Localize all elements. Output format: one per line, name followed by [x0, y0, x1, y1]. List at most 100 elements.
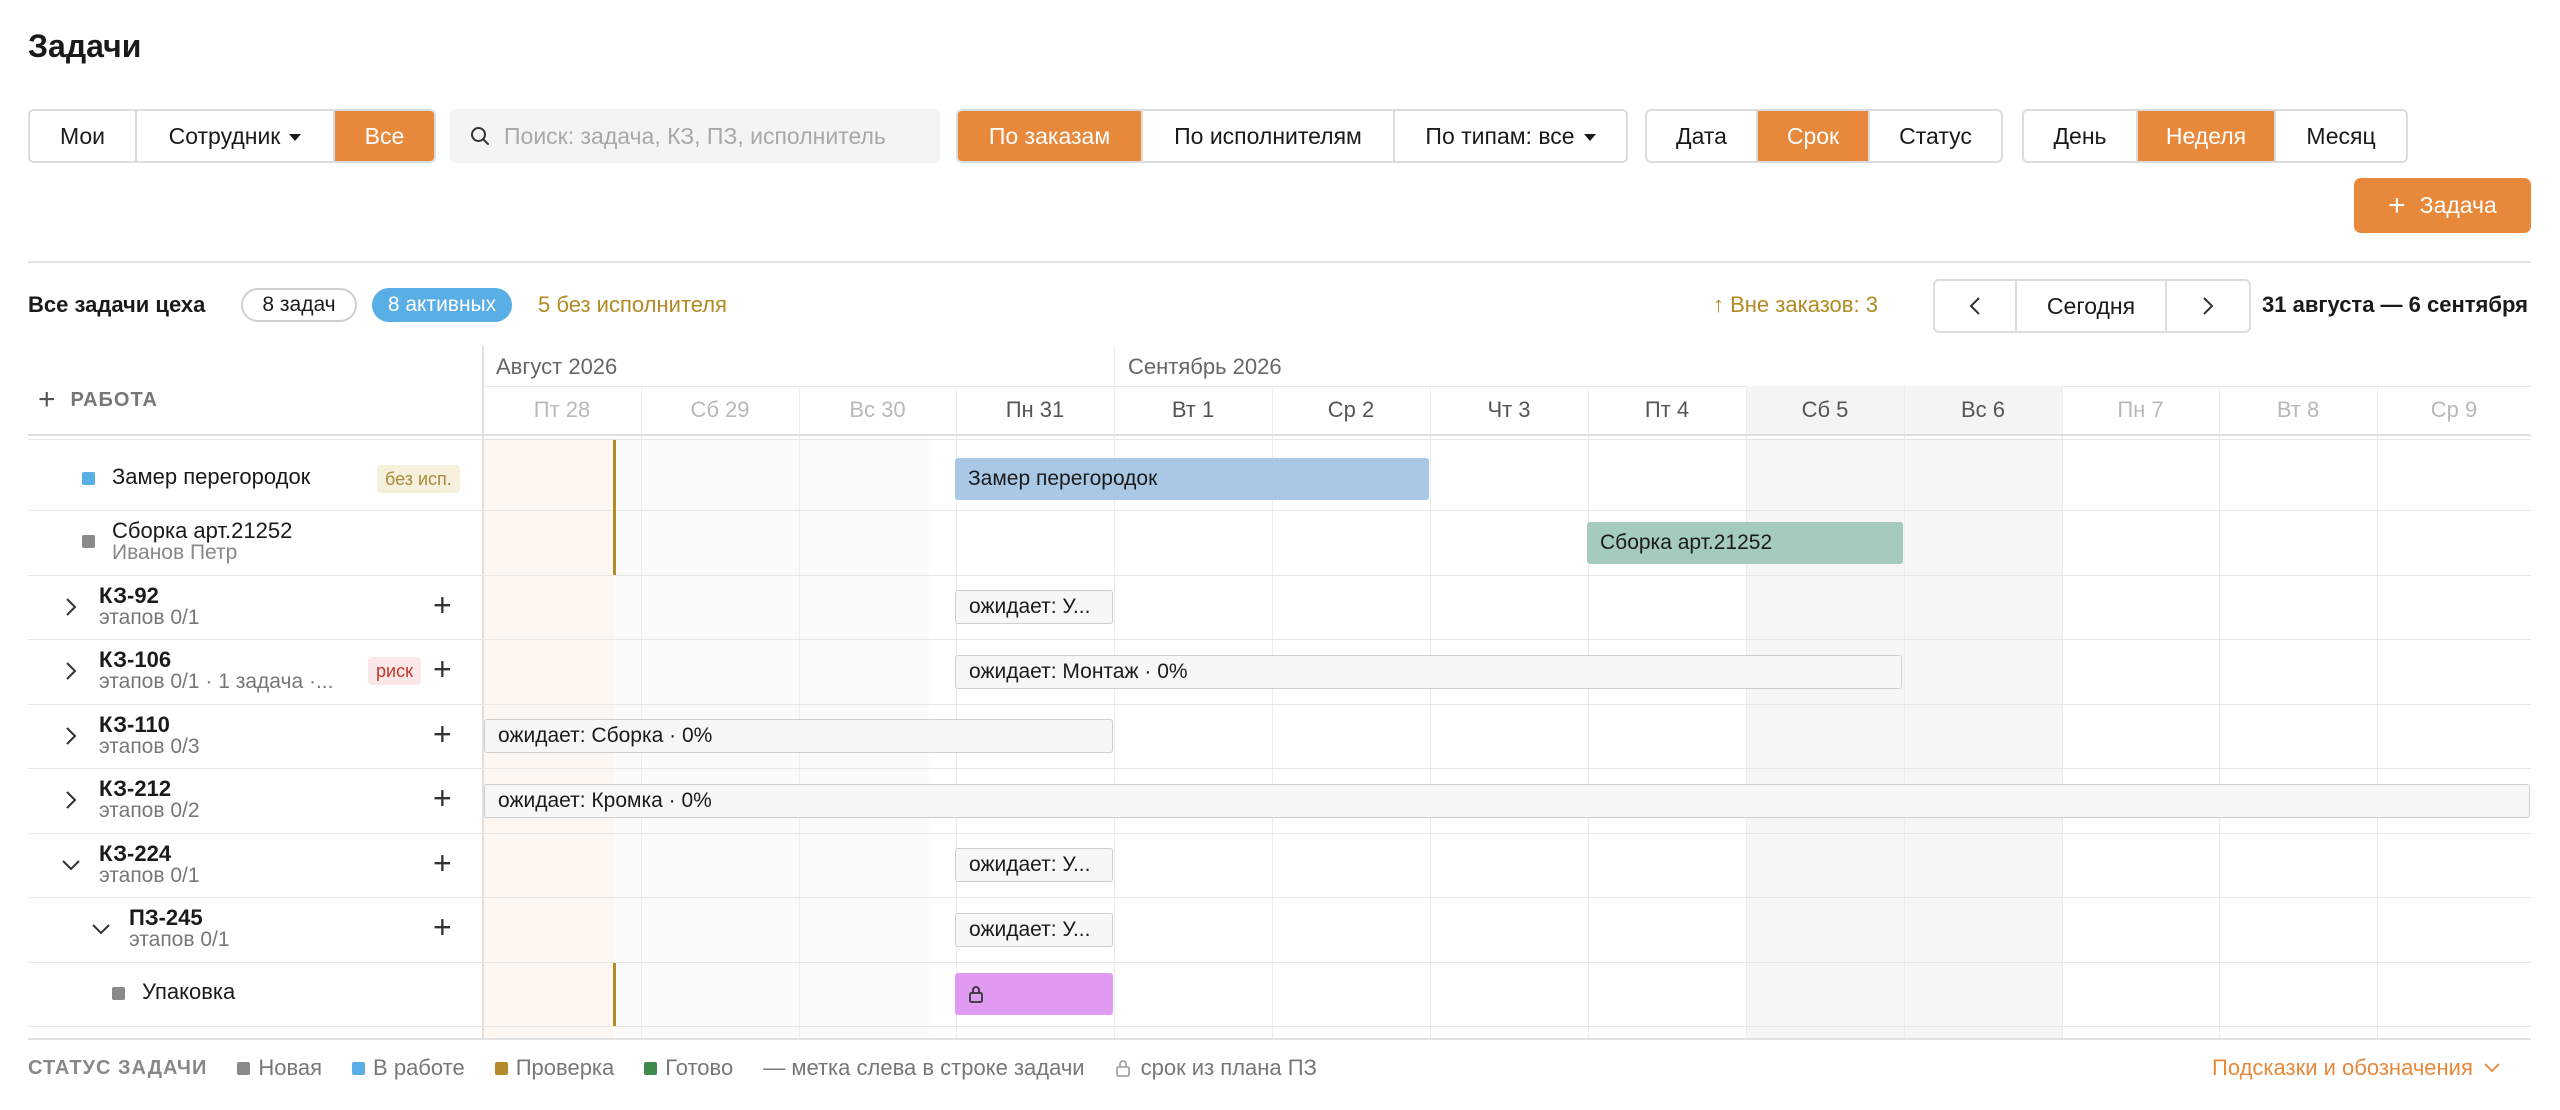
- row-divider: [28, 833, 2531, 834]
- page-title: Задачи: [28, 28, 142, 64]
- plus-icon: +: [38, 383, 57, 416]
- order-stages: этапов 0/1: [99, 864, 200, 887]
- row-divider: [28, 575, 2531, 576]
- search-input[interactable]: [504, 122, 894, 150]
- view-day-button[interactable]: День: [2024, 111, 2138, 161]
- date-navigator: Сегодня: [1933, 279, 2251, 333]
- status-new-icon: [112, 987, 125, 1000]
- gantt-waiting-bar[interactable]: ожидает: Кромка · 0%: [484, 784, 2530, 818]
- row-divider: [28, 897, 2531, 898]
- status-new-icon: [237, 1061, 251, 1075]
- view-month-button[interactable]: Месяц: [2276, 111, 2406, 161]
- gantt-waiting-bar[interactable]: ожидает: У...: [955, 913, 1113, 947]
- gantt-waiting-bar[interactable]: ожидает: У...: [955, 590, 1113, 624]
- chevron-left-icon: [1969, 297, 1980, 315]
- sort-switch: Дата Срок Статус: [1645, 109, 2003, 163]
- outside-orders-link[interactable]: ↑ Вне заказов: 3: [1713, 292, 1878, 318]
- add-stage-button[interactable]: +: [433, 782, 452, 814]
- view-week-button[interactable]: Неделя: [2138, 111, 2276, 161]
- gantt-task-bar[interactable]: Сборка арт.21252: [1587, 522, 1903, 564]
- day-header: Ср 9: [2430, 397, 2478, 422]
- no-assignee-badge: без исп.: [377, 465, 460, 493]
- add-stage-button[interactable]: +: [433, 653, 452, 685]
- scope-employee-dropdown[interactable]: Сотрудник: [137, 111, 335, 161]
- chevron-right-icon[interactable]: [60, 596, 82, 618]
- status-in-progress-icon: [82, 472, 95, 485]
- header-divider: [28, 261, 2531, 263]
- month-label-september: Сентябрь 2026: [1128, 354, 1282, 379]
- day-header: Пн 7: [2117, 397, 2164, 422]
- add-stage-button[interactable]: +: [433, 718, 452, 750]
- sort-status-button[interactable]: Статус: [1870, 111, 2001, 161]
- chevron-down-icon[interactable]: [90, 918, 112, 940]
- legend-lock-note: срок из плана ПЗ: [1115, 1055, 1317, 1081]
- add-stage-button[interactable]: +: [433, 589, 452, 621]
- day-divider: [799, 386, 800, 1038]
- task-count-pill[interactable]: 8 задач: [241, 288, 357, 322]
- group-by-types-dropdown[interactable]: По типам: все: [1395, 111, 1626, 161]
- chevron-right-icon[interactable]: [60, 725, 82, 747]
- next-week-button[interactable]: [2167, 281, 2249, 331]
- order-stages: этапов 0/1 · 1 задача ·...: [99, 670, 334, 693]
- day-divider: [1904, 386, 1905, 1038]
- row-divider: [28, 704, 2531, 705]
- header-bottom-divider: [28, 434, 2531, 436]
- legend-item-done: Готово: [644, 1055, 733, 1081]
- chevron-right-icon: [2203, 297, 2214, 315]
- day-divider: [1746, 386, 1747, 1038]
- date-range-label: 31 августа — 6 сентября: [2262, 292, 2528, 317]
- chevron-right-icon[interactable]: [60, 789, 82, 811]
- legend-item-new: Новая: [237, 1055, 322, 1081]
- day-header: Вт 1: [1171, 397, 1215, 422]
- row-divider: [28, 1026, 2531, 1027]
- hints-toggle[interactable]: Подсказки и обозначения: [2212, 1055, 2501, 1081]
- sort-deadline-button[interactable]: Срок: [1758, 111, 1870, 161]
- add-stage-button[interactable]: +: [433, 911, 452, 943]
- add-work-button[interactable]: + РАБОТА: [38, 376, 158, 424]
- chevron-down-icon: [2484, 1063, 2500, 1073]
- caret-down-icon: [289, 133, 302, 141]
- status-review-icon: [494, 1061, 508, 1075]
- row-divider: [28, 962, 2531, 963]
- no-assignee-link[interactable]: 5 без исполнителя: [538, 292, 727, 318]
- scope-mine-button[interactable]: Мои: [30, 111, 137, 161]
- gantt-task-bar[interactable]: Замер перегородок: [955, 458, 1429, 500]
- search-icon: [471, 127, 489, 145]
- summary-label: Все задачи цеха: [28, 292, 206, 317]
- gantt-waiting-bar[interactable]: ожидает: Сборка · 0%: [484, 719, 1113, 753]
- day-header: Сб 29: [690, 397, 750, 422]
- day-header: Вт 8: [2276, 397, 2320, 422]
- sort-date-button[interactable]: Дата: [1647, 111, 1758, 161]
- day-divider: [641, 386, 642, 1038]
- legend-mark-note: — метка слева в строке задачи: [763, 1055, 1085, 1080]
- group-by-assignees-button[interactable]: По исполнителям: [1143, 111, 1395, 161]
- status-legend: СТАТУС ЗАДАЧИ Новая В работе Проверка Го…: [28, 1055, 1347, 1081]
- chevron-right-icon[interactable]: [60, 660, 82, 682]
- day-header: Вс 6: [1904, 386, 2062, 434]
- gantt-waiting-bar[interactable]: ожидает: Монтаж · 0%: [955, 655, 1902, 689]
- prev-week-button[interactable]: [1935, 281, 2017, 331]
- row-divider: [28, 639, 2531, 640]
- active-count-pill[interactable]: 8 активных: [372, 288, 512, 322]
- day-header: Вс 30: [849, 397, 906, 422]
- search-box[interactable]: [450, 109, 940, 163]
- add-task-button[interactable]: + Задача: [2354, 178, 2531, 233]
- gantt-waiting-bar[interactable]: ожидает: У...: [955, 848, 1113, 882]
- day-divider: [1430, 386, 1431, 1038]
- task-name[interactable]: Упаковка: [142, 979, 235, 1005]
- row-divider: [28, 510, 2531, 511]
- day-header: Чт 3: [1487, 397, 1531, 422]
- view-switch: День Неделя Месяц: [2022, 109, 2408, 163]
- legend-item-in-progress: В работе: [352, 1055, 465, 1081]
- gantt-task-bar[interactable]: [955, 973, 1113, 1015]
- day-header: Пт 4: [1644, 397, 1690, 422]
- task-name[interactable]: Замер перегородок: [112, 464, 310, 490]
- production-order-stages: этапов 0/1: [129, 928, 230, 951]
- scope-all-button[interactable]: Все: [335, 111, 434, 161]
- add-stage-button[interactable]: +: [433, 847, 452, 879]
- caret-down-icon: [1583, 133, 1596, 141]
- group-by-orders-button[interactable]: По заказам: [958, 111, 1143, 161]
- today-button[interactable]: Сегодня: [2017, 281, 2167, 331]
- day-divider: [1588, 386, 1589, 1038]
- chevron-down-icon[interactable]: [60, 854, 82, 876]
